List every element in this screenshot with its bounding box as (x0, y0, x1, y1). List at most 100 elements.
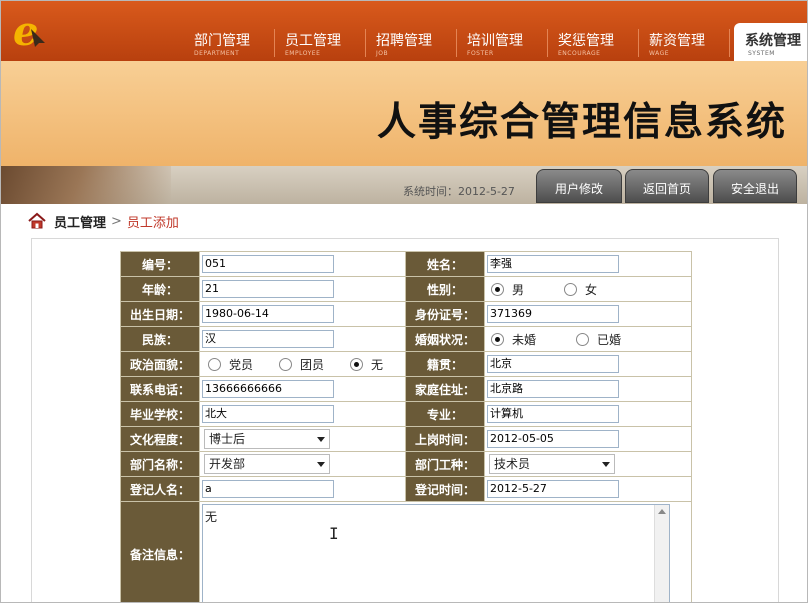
remark-textarea[interactable]: 无 (202, 504, 670, 602)
radio-label: 已婚 (597, 332, 622, 347)
form-row: 民族： 婚姻状况： 未婚 已婚 (120, 326, 692, 352)
radio-button[interactable] (491, 282, 504, 296)
gender-male-option[interactable]: 男 (491, 281, 524, 298)
native-input[interactable] (487, 355, 619, 373)
name-label: 姓名： (405, 251, 485, 277)
select-value: 博士后 (209, 432, 246, 446)
nav-label: 系统管理 (745, 33, 801, 49)
nav-sublabel: SYSTEM (748, 50, 775, 57)
dropdown-arrow-icon (317, 462, 325, 467)
school-label: 毕业学校： (120, 401, 200, 427)
form-row: 政治面貌： 党员 团员 无 籍贯： 北京 (120, 351, 692, 377)
hiredate-label: 上岗时间： (405, 426, 485, 452)
age-input[interactable] (202, 280, 334, 298)
home-icon (28, 212, 46, 229)
breadcrumb-parent[interactable]: 员工管理 (54, 212, 106, 231)
registrar-label: 登记人名： (120, 476, 200, 502)
user-edit-button[interactable]: 用户修改 (536, 169, 622, 203)
radio-label: 未婚 (512, 332, 537, 347)
e-logo-icon: e (13, 8, 45, 51)
form-row: 联系电话： 家庭住址： (120, 376, 692, 402)
radio-button[interactable] (279, 357, 293, 371)
radio-label: 男 (512, 282, 525, 297)
ethnic-input[interactable] (202, 330, 334, 348)
name-input[interactable] (487, 255, 619, 273)
radio-button[interactable] (208, 357, 221, 371)
home-button[interactable]: 返回首页 (625, 169, 709, 203)
dept-label: 部门名称： (120, 451, 200, 477)
native-label: 籍贯： (405, 351, 485, 377)
nav-sublabel: EMPLOYEE (285, 50, 321, 57)
marital-radio-group: 未婚 已婚 (487, 327, 691, 351)
dept-select[interactable]: 开发部 (204, 454, 330, 474)
textarea-scrollbar[interactable] (654, 505, 669, 602)
nav-employee[interactable]: 员工管理 EMPLOYEE (275, 23, 366, 61)
radio-label: 团员 (300, 357, 325, 372)
phone-input[interactable] (202, 380, 334, 398)
address-label: 家庭住址： (405, 376, 485, 402)
school-input[interactable] (202, 405, 334, 423)
select-value: 开发部 (209, 457, 246, 471)
registrar-input[interactable] (202, 480, 334, 498)
id-label: 编号： (120, 251, 200, 277)
id-input[interactable] (202, 255, 334, 273)
idcard-input[interactable] (487, 305, 619, 323)
breadcrumb-separator: > (111, 213, 122, 229)
top-nav-bar: e 部门管理 DEPARTMENT 员工管理 EMPLOYEE 招聘管理 JOB… (1, 1, 807, 61)
ethnic-label: 民族： (120, 326, 200, 352)
birth-label: 出生日期： (120, 301, 200, 327)
idcard-label: 身份证号： (405, 301, 485, 327)
political-league-option[interactable]: 团员 (279, 356, 324, 373)
birth-input[interactable] (202, 305, 334, 323)
marital-married-option[interactable]: 已婚 (576, 331, 621, 348)
banner: 人事综合管理信息系统 (1, 61, 807, 166)
nav-label: 招聘管理 (376, 33, 432, 49)
address-input[interactable] (487, 380, 619, 398)
marital-single-option[interactable]: 未婚 (491, 331, 536, 348)
form-row: 部门名称： 开发部 部门工种： 技术员 (120, 451, 692, 477)
gender-female-option[interactable]: 女 (564, 281, 597, 298)
select-value: 技术员 (494, 457, 531, 471)
text-cursor-icon: I (329, 524, 339, 543)
nav-department[interactable]: 部门管理 DEPARTMENT (184, 23, 275, 61)
radio-button[interactable] (564, 282, 578, 296)
form-row: 登记人名： 登记时间： (120, 476, 692, 502)
education-label: 文化程度： (120, 426, 200, 452)
form-row: 毕业学校： 专业： (120, 401, 692, 427)
page: e 部门管理 DEPARTMENT 员工管理 EMPLOYEE 招聘管理 JOB… (0, 0, 808, 603)
nav-reward[interactable]: 奖惩管理 ENCOURAGE (548, 23, 639, 61)
nav-sublabel: DEPARTMENT (194, 50, 240, 57)
education-select[interactable]: 博士后 (204, 429, 330, 449)
breadcrumb: 员工管理 > 员工添加 (28, 211, 179, 231)
nav-sublabel: ENCOURAGE (558, 50, 601, 57)
nav-wage[interactable]: 薪资管理 WAGE (639, 23, 730, 61)
hiredate-input[interactable] (487, 430, 619, 448)
jobtype-select[interactable]: 技术员 (489, 454, 615, 474)
regtime-label: 登记时间： (405, 476, 485, 502)
decorative-stripe (1, 166, 171, 204)
banner-title: 人事综合管理信息系统 (376, 99, 787, 145)
nav-training[interactable]: 培训管理 FOSTER (457, 23, 548, 61)
nav-label: 员工管理 (285, 33, 341, 49)
jobtype-label: 部门工种： (405, 451, 485, 477)
nav-recruit[interactable]: 招聘管理 JOB (366, 23, 457, 61)
radio-button[interactable] (491, 332, 504, 346)
remark-text: 无 (205, 510, 218, 524)
political-none-option[interactable]: 无 (350, 356, 383, 373)
system-time: 系统时间：2012-5-27 (403, 185, 515, 198)
nav-label: 部门管理 (194, 33, 250, 49)
nav-label: 奖惩管理 (558, 33, 614, 49)
dropdown-arrow-icon (602, 462, 610, 467)
employee-form: 编号： 姓名： 年龄： 性别： 男 (120, 251, 692, 602)
content-panel: 编号： 姓名： 年龄： 性别： 男 (31, 238, 779, 602)
regtime-input[interactable] (487, 480, 619, 498)
nav-system[interactable]: 系统管理 SYSTEM (734, 23, 807, 61)
form-row: 文化程度： 博士后 上岗时间： (120, 426, 692, 452)
political-party-option[interactable]: 党员 (208, 356, 253, 373)
gender-label: 性别： (405, 276, 485, 302)
scroll-up-icon[interactable] (658, 509, 666, 514)
major-input[interactable] (487, 405, 619, 423)
logout-button[interactable]: 安全退出 (713, 169, 797, 203)
radio-button[interactable] (350, 357, 364, 371)
radio-button[interactable] (576, 332, 590, 346)
